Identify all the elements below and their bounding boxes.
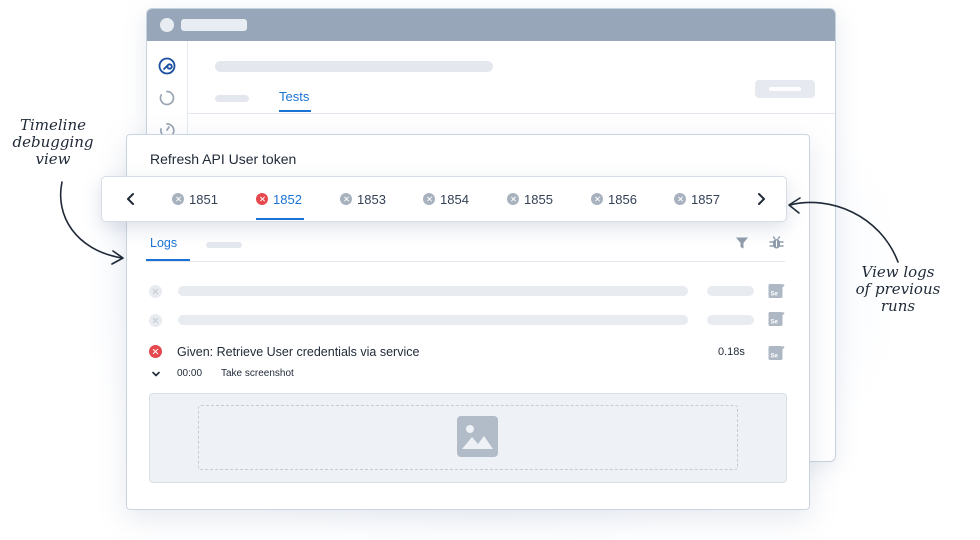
window-title-placeholder [181,19,247,31]
annotation-line: Timeline [19,116,87,134]
header-divider [187,113,835,114]
tab-tests[interactable]: Tests [279,89,309,104]
cancelled-icon [423,193,435,205]
wrench-icon[interactable] [158,57,176,75]
failed-icon [256,193,268,205]
cancelled-icon [340,193,352,205]
bug-icon[interactable] [768,234,785,251]
cancelled-icon [507,193,519,205]
tab-logs[interactable]: Logs [150,236,177,250]
annotation-line: runs [880,297,916,315]
window-dot [160,18,174,32]
run-item-1853[interactable]: 1853 [340,190,386,208]
previous-runs-button[interactable] [122,190,140,208]
selenium-icon[interactable]: Se [768,282,785,299]
cancelled-icon [674,193,686,205]
step-duration: 0.18s [718,346,745,358]
title-placeholder [215,61,493,72]
svg-text:Se: Se [771,320,779,326]
run-number: 1851 [189,191,218,207]
test-title: Refresh API User token [150,151,297,167]
logs-divider [146,261,785,262]
log-row-placeholder [178,286,688,296]
annotation-line: View logs [861,263,935,281]
run-number: 1852 [273,191,302,207]
run-item-1855[interactable]: 1855 [507,190,553,208]
cancelled-icon [149,285,162,298]
image-icon [457,416,498,457]
cancelled-icon [591,193,603,205]
cancelled-icon [172,193,184,205]
annotation-previous-runs: View logs of previous runs [848,264,948,315]
duration-placeholder [707,286,754,296]
svg-text:Se: Se [771,354,779,360]
cancelled-icon [149,314,162,327]
duration-placeholder [707,315,754,325]
run-item-1854[interactable]: 1854 [423,190,469,208]
selenium-icon[interactable]: Se [768,344,785,361]
failed-icon [149,345,162,358]
annotation-line: of previous [855,280,941,298]
substep-description: Take screenshot [221,368,294,379]
tab-placeholder[interactable] [215,95,249,102]
placeholder-button[interactable] [755,80,815,98]
annotation-line: view [35,150,71,168]
log-row-placeholder [178,315,688,325]
svg-text:Se: Se [771,292,779,298]
next-runs-button[interactable] [752,190,770,208]
window-titlebar [147,9,835,41]
tab-logs-underline [146,259,190,261]
run-timeline: 1851 1852 1853 1854 1855 1856 1857 [101,176,787,222]
run-item-1856[interactable]: 1856 [591,190,637,208]
run-number: 1857 [691,191,720,207]
selenium-icon[interactable]: Se [768,310,785,327]
run-item-1851[interactable]: 1851 [172,190,218,208]
tab-placeholder[interactable] [206,242,242,248]
annotation-timeline: Timeline debugging view [8,117,98,168]
run-item-1852[interactable]: 1852 [256,190,302,208]
substep-timestamp: 00:00 [177,368,203,379]
step-description: Given: Retrieve User credentials via ser… [177,345,420,359]
loading-icon[interactable] [158,89,176,107]
run-number: 1855 [524,191,553,207]
tab-tests-underline [279,110,311,112]
annotation-line: debugging [12,133,94,151]
run-number: 1854 [440,191,469,207]
active-run-underline [256,218,304,220]
chevron-down-icon[interactable] [151,369,161,379]
run-number: 1856 [608,191,637,207]
run-item-1857[interactable]: 1857 [674,190,720,208]
run-number: 1853 [357,191,386,207]
filter-icon[interactable] [735,236,749,250]
